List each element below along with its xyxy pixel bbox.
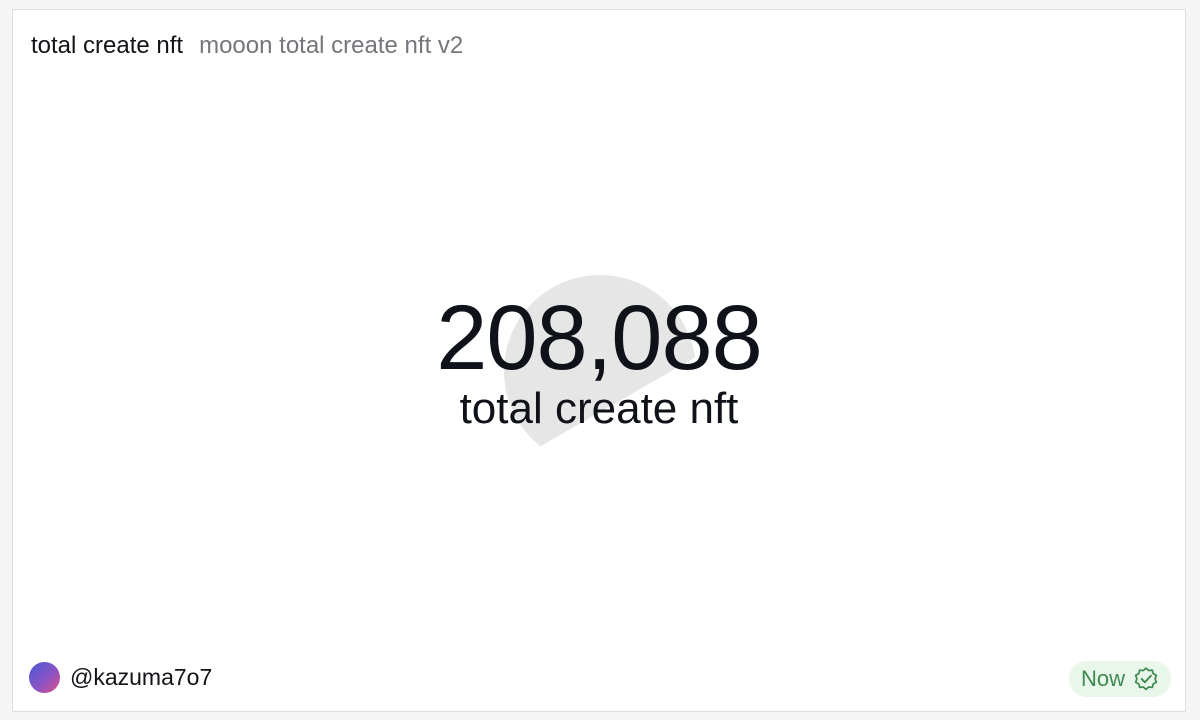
card-title: total create nft [31, 32, 184, 59]
counter-value: 208,088 [436, 287, 763, 389]
counter-label: total create nft [459, 384, 739, 433]
user-avatar [29, 662, 60, 693]
counter-display: 208,088 total create nft [13, 288, 1185, 434]
card-header: total create nft mooon total create nft … [31, 32, 463, 60]
author-link[interactable]: @kazuma7o7 [29, 662, 212, 693]
status-text: Now [1080, 666, 1125, 691]
author-username: @kazuma7o7 [70, 664, 213, 690]
verified-check-icon [1134, 667, 1158, 691]
status-badge: Now [1068, 661, 1171, 697]
counter-card: total create nft mooon total create nft … [12, 9, 1186, 712]
card-subtitle: mooon total create nft v2 [199, 32, 464, 59]
